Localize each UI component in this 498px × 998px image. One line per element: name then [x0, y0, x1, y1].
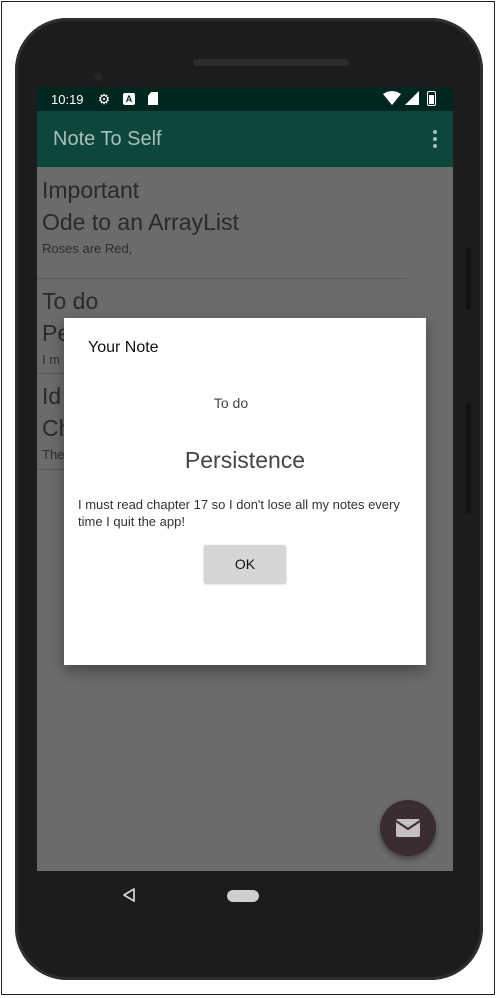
navigation-bar — [37, 871, 453, 921]
a-notification-icon: A — [123, 93, 135, 105]
battery-icon — [427, 91, 436, 106]
list-item[interactable]: Important Ode to an ArrayList Roses are … — [37, 167, 407, 279]
dialog-title: Your Note — [88, 339, 159, 356]
wifi-icon — [383, 91, 401, 105]
home-pill-icon[interactable] — [227, 890, 259, 902]
ok-button[interactable]: OK — [204, 545, 286, 583]
status-bar: 10:19 ⚙ A — [37, 87, 453, 111]
overflow-menu-icon[interactable] — [433, 130, 437, 148]
note-status: To do — [42, 288, 99, 314]
back-triangle-icon[interactable] — [123, 888, 135, 902]
device-screen: 10:19 ⚙ A Note To Self Important Ode to … — [37, 87, 453, 871]
power-button — [466, 248, 471, 310]
sd-card-icon — [148, 92, 158, 105]
front-camera — [94, 73, 102, 81]
note-description: I m — [42, 352, 61, 367]
note-description: The — [42, 447, 65, 462]
gear-icon: ⚙ — [97, 91, 111, 107]
app-title: Note To Self — [53, 128, 162, 150]
note-status: Important — [42, 177, 140, 203]
note-dialog: Your Note To do Persistence I must read … — [64, 318, 426, 665]
note-description: Roses are Red, — [42, 241, 133, 256]
email-icon — [395, 819, 421, 837]
app-bar: Note To Self — [37, 111, 453, 167]
note-status: Id — [42, 383, 62, 409]
email-fab-button[interactable] — [380, 800, 436, 856]
note-title: Ode to an ArrayList — [42, 209, 239, 235]
cell-signal-icon — [405, 91, 419, 105]
status-time: 10:19 — [51, 92, 84, 107]
dialog-note-description: I must read chapter 17 so I don't lose a… — [78, 497, 400, 529]
volume-button — [466, 403, 471, 513]
dialog-note-status: To do — [213, 395, 249, 411]
speaker-grille — [193, 59, 349, 66]
dialog-note-title: Persistence — [184, 447, 306, 473]
